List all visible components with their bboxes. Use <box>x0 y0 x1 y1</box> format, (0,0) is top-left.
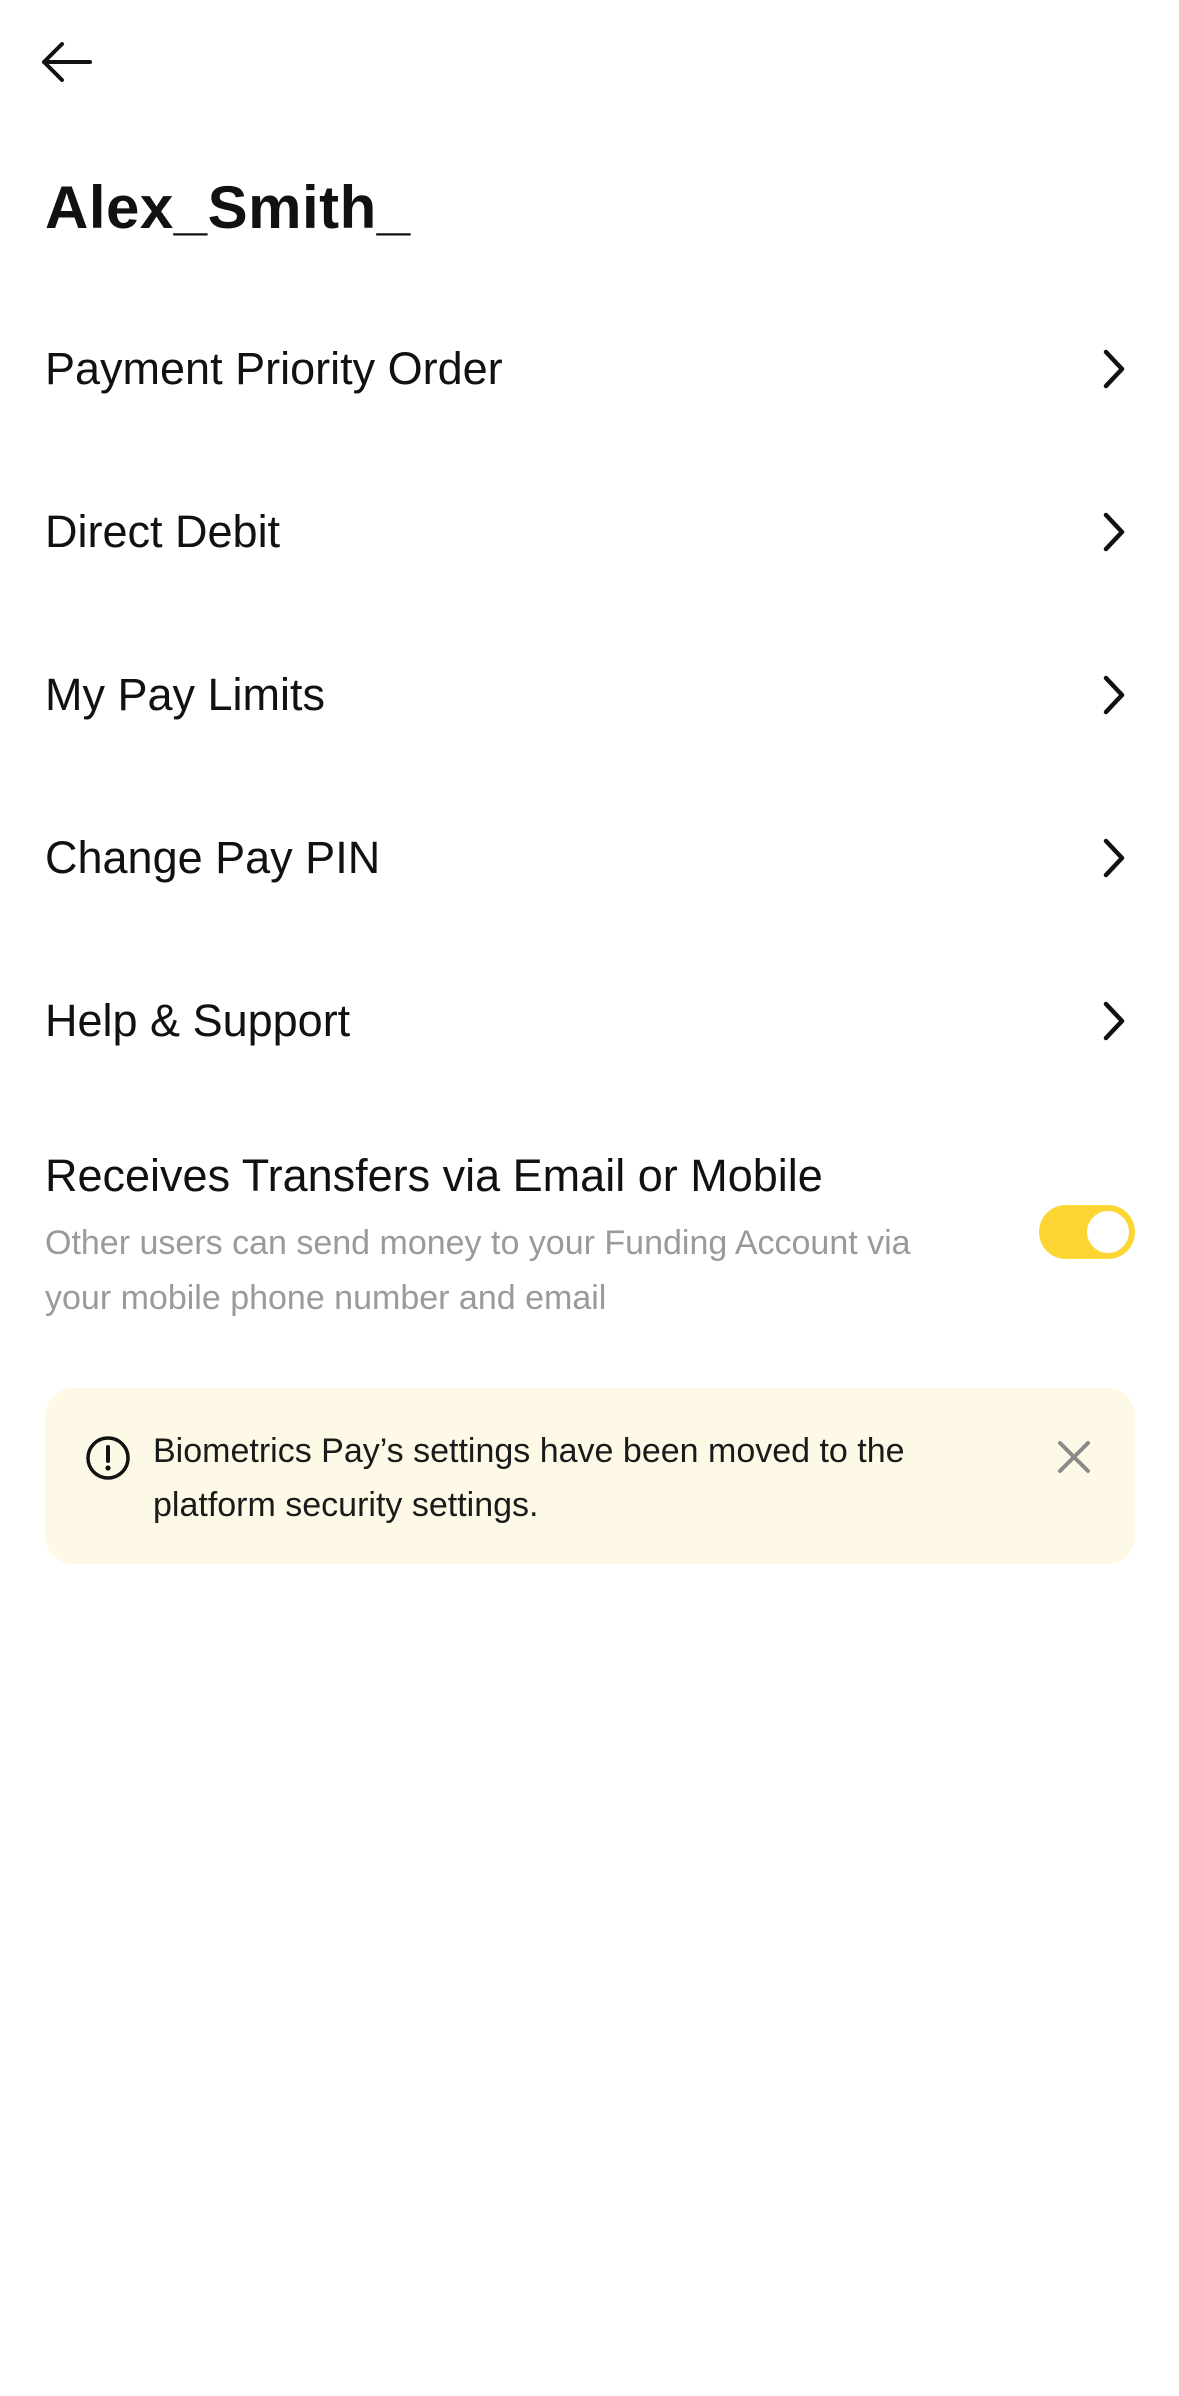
transfers-setting: Receives Transfers via Email or Mobile O… <box>45 1148 1135 1328</box>
page-title: Alex_Smith_ <box>45 174 411 241</box>
settings-menu: Payment Priority Order Direct Debit My P… <box>0 287 1179 1102</box>
menu-item-change-pay-pin[interactable]: Change Pay PIN <box>0 776 1179 939</box>
alert-circle-icon <box>86 1436 130 1480</box>
close-icon <box>1058 1441 1090 1473</box>
chevron-right-icon <box>1094 508 1134 556</box>
transfers-title: Receives Transfers via Email or Mobile <box>45 1150 823 1201</box>
menu-item-label: My Pay Limits <box>45 668 326 720</box>
menu-item-payment-priority-order[interactable]: Payment Priority Order <box>0 287 1179 450</box>
menu-item-help-support[interactable]: Help & Support <box>0 939 1179 1102</box>
notice-close-button[interactable] <box>1049 1432 1099 1482</box>
chevron-right-icon <box>1094 997 1134 1045</box>
notice-text: Biometrics Pay’s settings have been move… <box>153 1432 905 1524</box>
biometrics-notice: Biometrics Pay’s settings have been move… <box>45 1388 1135 1564</box>
arrow-left-icon <box>42 42 92 82</box>
toggle-knob <box>1087 1211 1129 1253</box>
transfers-description: Other users can send money to your Fundi… <box>45 1224 911 1317</box>
menu-item-label: Help & Support <box>45 994 351 1046</box>
chevron-right-icon <box>1094 834 1134 882</box>
menu-item-label: Change Pay PIN <box>45 831 381 883</box>
menu-item-label: Payment Priority Order <box>45 342 503 394</box>
back-button[interactable] <box>30 30 102 94</box>
chevron-right-icon <box>1094 345 1134 393</box>
menu-item-my-pay-limits[interactable]: My Pay Limits <box>0 613 1179 776</box>
menu-item-direct-debit[interactable]: Direct Debit <box>0 450 1179 613</box>
transfers-toggle[interactable] <box>1039 1205 1135 1259</box>
chevron-right-icon <box>1094 671 1134 719</box>
menu-item-label: Direct Debit <box>45 505 281 557</box>
